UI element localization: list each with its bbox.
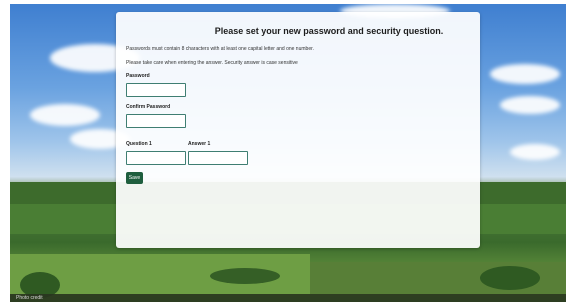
question-1-label: Question 1 (126, 141, 152, 147)
confirm-password-input[interactable] (126, 114, 186, 128)
footer-bar (10, 294, 566, 302)
answer-1-label: Answer 1 (188, 141, 211, 147)
footer-credit: Photo credit (16, 295, 43, 301)
password-setup-card: Please set your new password and securit… (116, 12, 480, 248)
confirm-password-label: Confirm Password (126, 104, 171, 110)
save-button[interactable]: Save (126, 172, 143, 184)
password-rule-text: Passwords must contain 8 characters with… (126, 46, 314, 52)
password-input[interactable] (126, 83, 186, 97)
answer-1-input[interactable] (188, 151, 248, 165)
security-note-text: Please take care when entering the answe… (126, 60, 298, 66)
password-label: Password (126, 73, 150, 79)
page-title: Please set your new password and securit… (214, 26, 444, 36)
question-1-input[interactable] (126, 151, 186, 165)
